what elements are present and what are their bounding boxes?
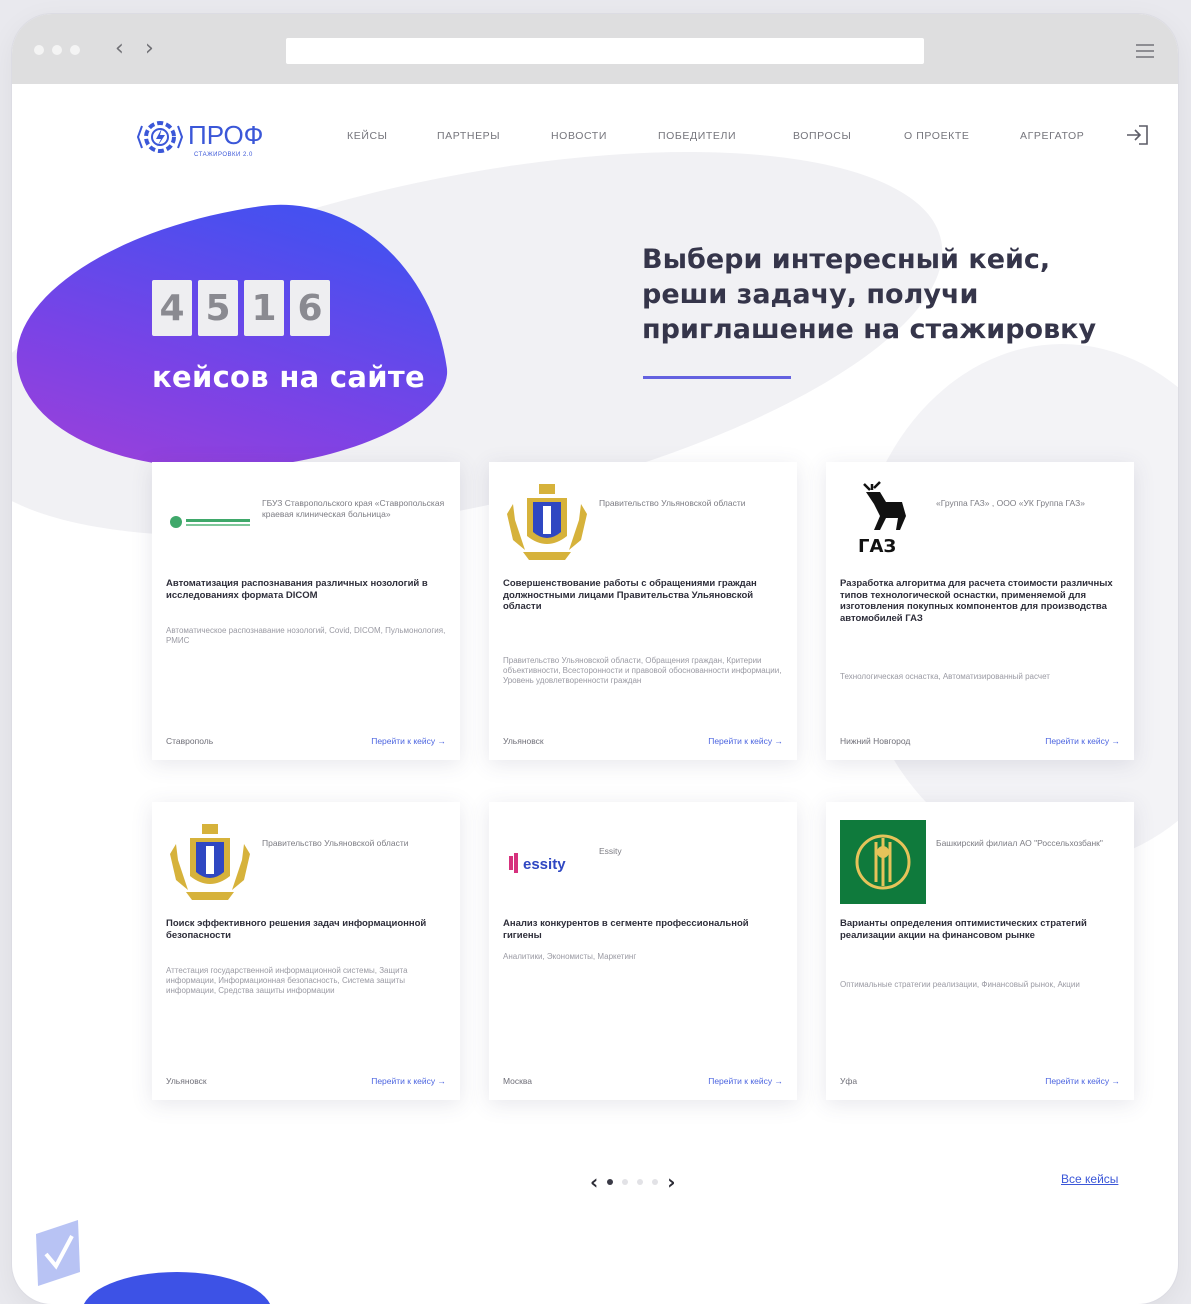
nav-item-news[interactable]: новости [551,130,607,142]
card-city: Ульяновск [503,736,544,746]
back-arrow-icon[interactable]: ‹ [115,36,124,61]
card-title: Поиск эффективного решения задач информа… [166,918,427,941]
card-city: Нижний Новгород [840,736,911,746]
card-city: Ульяновск [166,1076,207,1086]
case-card[interactable]: Правительство Ульяновской области Поиск … [152,802,460,1100]
page-dot[interactable] [652,1179,659,1185]
window-dot [70,45,80,55]
case-card[interactable]: Правительство Ульяновской области Соверш… [489,462,797,760]
card-tags: Аттестация государственной информационно… [166,966,408,995]
card-tags: Оптимальные стратегии реализации, Финанс… [840,980,1080,989]
card-title: Разработка алгоритма для расчета стоимос… [840,578,1113,624]
case-card[interactable]: ГАЗ «Группа ГАЗ» , ООО «УК Группа ГАЗ» Р… [826,462,1134,760]
site-logo[interactable]: ПРОФ СТАЖИРОВКИ 2.0 [136,114,296,164]
card-city: Ставрополь [166,736,214,746]
go-to-case-link[interactable]: Перейти к кейсу → [708,1076,783,1086]
login-icon[interactable] [1125,124,1149,146]
page-dot[interactable] [622,1179,629,1185]
headline-underline [643,376,791,379]
counter-digit: 1 [244,280,284,336]
counter-digit: 4 [152,280,192,336]
essity-logo-text: essity [523,856,566,873]
window-dot [52,45,62,55]
coat-of-arms-icon [507,484,587,560]
card-tags: Автоматическое распознавание нозологий, … [166,626,446,645]
go-to-case-link[interactable]: Перейти к кейсу → [371,736,446,746]
logo-name: ПРОФ [188,120,264,150]
nav-item-about[interactable]: о проекте [904,130,970,142]
card-organization: Башкирский филиал АО "Россельхозбанк" [936,838,1103,848]
card-organization: «Группа ГАЗ» , ООО «УК Группа ГАЗ» [936,498,1085,508]
window-dot [34,45,44,55]
go-to-case-link[interactable]: Перейти к кейсу → [371,1076,446,1086]
forward-arrow-icon[interactable]: › [145,36,154,61]
background-shape [82,1272,272,1304]
browser-toolbar: ‹ › [12,14,1178,84]
next-page-arrow[interactable]: › [667,1170,675,1194]
card-title: Анализ конкурентов в сегменте профессион… [503,918,749,941]
card-organization: Essity [599,846,622,856]
card-organization: Правительство Ульяновской области [262,838,409,848]
counter-label: кейсов на сайте [152,360,425,394]
card-city: Москва [503,1076,533,1086]
nav-item-cases[interactable]: кейсы [347,130,388,142]
prev-page-arrow[interactable]: ‹ [590,1170,598,1194]
card-title: Варианты определения оптимистических стр… [840,918,1087,941]
card-city: Уфа [840,1076,858,1086]
page-dot[interactable] [637,1179,644,1185]
go-to-case-link[interactable]: Перейти к кейсу → [1045,736,1120,746]
nav-item-winners[interactable]: победители [658,130,736,142]
medical-logo-icon [170,516,250,528]
rosselkhozbank-logo-icon [840,820,926,904]
card-title: Совершенствование работы с обращениями г… [503,578,757,612]
address-bar[interactable] [286,38,924,64]
browser-window: ‹ › ПРОФ СТАЖИРОВКИ 2.0 кейсы партнеры н… [12,14,1178,1304]
case-card[interactable]: Башкирский филиал АО "Россельхозбанк" Ва… [826,802,1134,1100]
gear-logo-icon [136,121,184,153]
gaz-deer-logo-icon: ГАЗ [858,481,906,557]
card-tags: Технологическая оснастка, Автоматизирова… [840,672,1050,681]
go-to-case-link[interactable]: Перейти к кейсу → [1045,1076,1120,1086]
card-organization: ГБУЗ Ставропольского края «Ставропольска… [262,498,445,519]
hero-headline: Выбери интересный кейс, реши задачу, пол… [642,244,1097,345]
logo-subtitle: СТАЖИРОВКИ 2.0 [194,152,253,158]
hamburger-icon[interactable] [1136,44,1154,58]
pagination: ‹ › [590,1170,676,1194]
go-to-case-link[interactable]: Перейти к кейсу → [708,736,783,746]
counter-digit: 5 [198,280,238,336]
nav-item-aggregator[interactable]: агрегатор [1020,130,1084,142]
gaz-logo-text: ГАЗ [858,536,896,557]
case-card[interactable]: ГБУЗ Ставропольского края «Ставропольска… [152,462,460,760]
checkmark-decoration-icon [36,1220,80,1286]
nav-item-partners[interactable]: партнеры [437,130,500,142]
card-tags: Правительство Ульяновской области, Обращ… [503,656,782,685]
card-organization: Правительство Ульяновской области [599,498,746,508]
coat-of-arms-icon [170,824,250,900]
page-dot[interactable] [607,1179,614,1185]
counter-digit: 6 [290,280,330,336]
case-card[interactable]: essity Essity Анализ конкурентов в сегме… [489,802,797,1100]
essity-logo-icon: essity [509,853,566,873]
card-title: Автоматизация распознавания различных но… [166,578,428,601]
card-tags: Аналитики, Экономисты, Маркетинг [503,952,637,961]
all-cases-link[interactable]: Все кейсы [1061,1172,1118,1186]
page-content: ПРОФ СТАЖИРОВКИ 2.0 кейсы партнеры новос… [12,78,1178,1304]
case-counter: 4 5 1 6 [152,280,330,336]
nav-item-questions[interactable]: вопросы [793,130,851,142]
